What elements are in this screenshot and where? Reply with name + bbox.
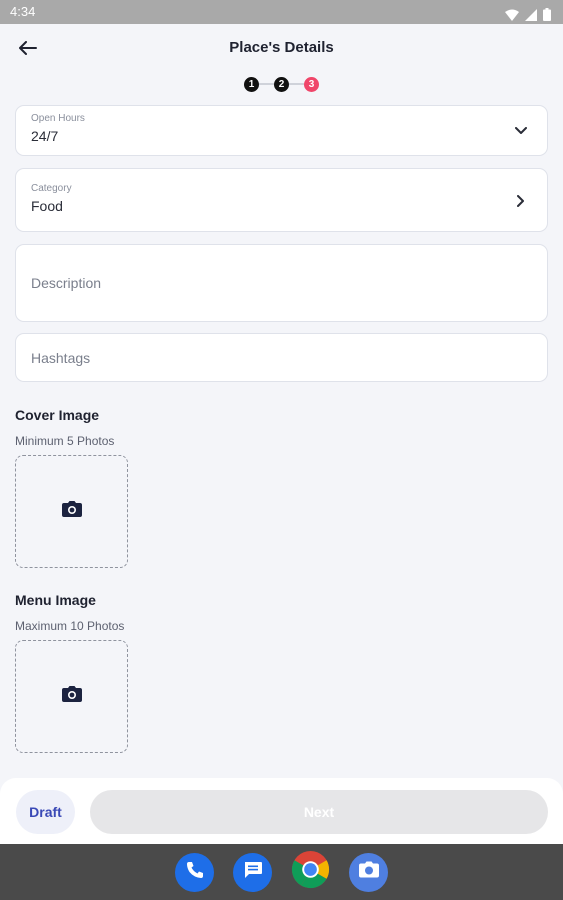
camera-icon (358, 861, 379, 883)
message-icon (243, 861, 263, 884)
chrome-app-button[interactable] (291, 850, 330, 894)
menu-image-title: Menu Image (15, 592, 96, 608)
step-3: 3 (304, 76, 319, 92)
step-2: 2 (274, 76, 289, 92)
phone-app-button[interactable] (175, 852, 214, 892)
camera-app-button[interactable] (349, 852, 388, 892)
open-hours-value: 24/7 (31, 128, 59, 144)
step-1: 1 (244, 76, 259, 92)
next-button[interactable]: Next (90, 790, 548, 834)
menu-image-subtitle: Maximum 10 Photos (15, 619, 125, 633)
category-label: Category (31, 183, 72, 194)
hashtags-field[interactable]: Hashtags (15, 333, 548, 382)
hashtags-placeholder: Hashtags (31, 350, 91, 366)
description-field[interactable]: Description (15, 244, 548, 322)
draft-button[interactable]: Draft (16, 790, 75, 834)
chevron-down-icon (513, 123, 529, 139)
page-title: Place's Details (229, 39, 334, 56)
app-header: Place's Details (0, 24, 563, 74)
menu-image-upload[interactable] (15, 640, 128, 753)
open-hours-select[interactable]: Open Hours 24/7 (15, 105, 548, 156)
progress-stepper: 1 2 3 (0, 75, 563, 93)
status-time: 4:34 (10, 4, 36, 19)
step-connector (289, 83, 304, 85)
bottom-action-bar: Draft Next (0, 778, 563, 844)
description-placeholder: Description (31, 275, 102, 291)
category-select[interactable]: Category Food (15, 168, 548, 232)
chevron-right-icon (513, 193, 529, 209)
category-value: Food (31, 198, 63, 214)
cover-image-title: Cover Image (15, 407, 100, 423)
status-bar: 4:34 (0, 0, 563, 24)
cover-image-subtitle: Minimum 5 Photos (15, 434, 115, 448)
system-dock (0, 844, 563, 900)
messages-app-button[interactable] (233, 852, 272, 892)
cover-image-upload[interactable] (15, 455, 128, 568)
camera-icon (61, 501, 82, 522)
open-hours-label: Open Hours (31, 113, 85, 124)
phone-icon (185, 860, 205, 885)
step-connector (259, 83, 274, 85)
chrome-icon (291, 850, 330, 894)
camera-icon (61, 686, 82, 707)
